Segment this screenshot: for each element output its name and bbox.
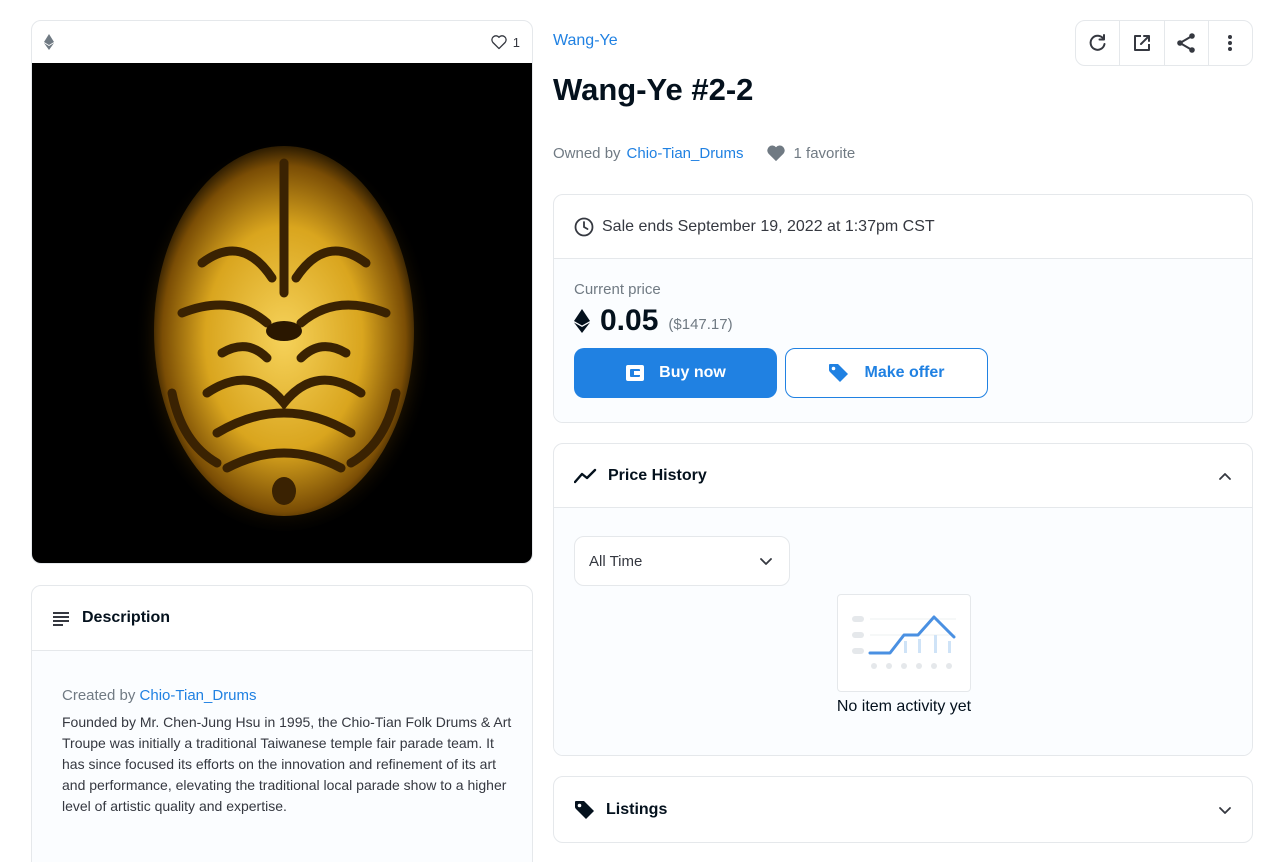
tag-icon [829, 364, 849, 382]
more-icon [1228, 35, 1233, 51]
listings-panel[interactable]: Listings [553, 776, 1253, 843]
time-range-select[interactable]: All Time [574, 536, 790, 586]
heart-filled-icon [766, 145, 785, 162]
more-options-button[interactable] [1209, 21, 1252, 65]
text-lines-icon [53, 612, 69, 626]
buy-now-label: Buy now [659, 364, 726, 381]
tag-icon [575, 800, 594, 819]
external-link-icon [1133, 35, 1150, 51]
nft-image[interactable] [32, 63, 532, 563]
chevron-down-icon[interactable] [1218, 805, 1232, 815]
refresh-icon [1089, 34, 1106, 51]
sale-ends-text: Sale ends September 19, 2022 at 1:37pm C… [602, 217, 935, 235]
ethereum-icon [44, 34, 54, 50]
heart-outline-icon [491, 35, 507, 50]
description-heading: Description [82, 609, 171, 626]
price-history-panel: Price History All Time No item activity … [553, 443, 1253, 756]
item-title: Wang-Ye #2-2 [553, 72, 754, 107]
description-body: Created by Chio-Tian_Drums Founded by Mr… [32, 651, 532, 862]
buy-now-button[interactable]: Buy now [574, 348, 777, 398]
owner-line: Owned by Chio-Tian_Drums 1 favorite [553, 144, 855, 162]
price-row: 0.05 ($147.17) [574, 304, 1232, 338]
wallet-icon [626, 365, 645, 381]
make-offer-label: Make offer [864, 364, 945, 381]
share-icon [1177, 33, 1195, 53]
owned-by-prefix: Owned by [553, 144, 621, 162]
chevron-up-icon[interactable] [1218, 471, 1232, 481]
refresh-button[interactable] [1076, 21, 1121, 65]
open-external-button[interactable] [1120, 21, 1165, 65]
created-by-prefix: Created by [62, 687, 136, 704]
price-usd: ($147.17) [668, 315, 733, 333]
trend-icon [574, 468, 597, 483]
media-header: 1 [32, 21, 532, 63]
make-offer-button[interactable]: Make offer [785, 348, 988, 398]
media-card: 1 [31, 20, 533, 564]
empty-activity-text: No item activity yet [836, 698, 972, 715]
clock-icon [574, 217, 594, 236]
empty-chart-illustration [852, 615, 956, 669]
chevron-down-icon [760, 558, 772, 565]
sale-actions: Buy now Make offer [574, 348, 1232, 398]
created-by: Created by Chio-Tian_Drums [62, 687, 502, 704]
favorite-button[interactable]: 1 [490, 34, 520, 50]
price-history-header[interactable]: Price History [554, 444, 1252, 508]
listings-heading: Listings [606, 800, 668, 818]
favorites-count: 1 favorite [766, 144, 856, 162]
price-history-body: All Time No item activity yet [554, 508, 1252, 755]
favorites-label: 1 favorite [793, 144, 856, 162]
price-history-heading: Price History [608, 466, 707, 484]
ethereum-icon [574, 309, 590, 333]
empty-chart-icon [837, 594, 971, 692]
description-panel: Description Created by Chio-Tian_Drums F… [31, 585, 533, 862]
mask-artwork [134, 131, 434, 531]
share-button[interactable] [1165, 21, 1209, 65]
item-toolbar [1075, 20, 1253, 66]
description-text: Founded by Mr. Chen-Jung Hsu in 1995, th… [62, 714, 512, 814]
current-price-label: Current price [574, 281, 661, 298]
creator-link[interactable]: Chio-Tian_Drums [140, 687, 257, 704]
favorite-count: 1 [512, 34, 520, 50]
sale-header: Sale ends September 19, 2022 at 1:37pm C… [554, 195, 1252, 259]
time-range-value: All Time [589, 552, 643, 570]
sale-panel: Sale ends September 19, 2022 at 1:37pm C… [553, 194, 1253, 423]
collection-link[interactable]: Wang-Ye [553, 32, 618, 50]
sale-body: Current price 0.05 ($147.17) Buy now Mak… [554, 259, 1252, 422]
owner-link[interactable]: Chio-Tian_Drums [627, 145, 744, 162]
description-header[interactable]: Description [32, 586, 532, 651]
price-value: 0.05 [600, 304, 659, 337]
